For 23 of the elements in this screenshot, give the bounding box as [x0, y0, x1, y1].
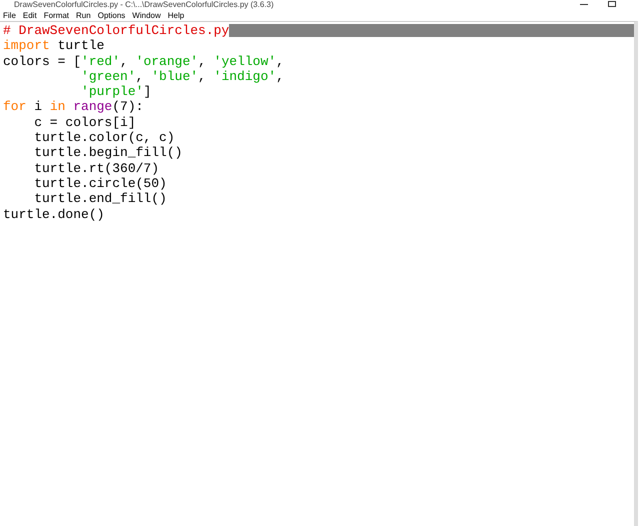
code-line: 'purple']	[80, 84, 152, 100]
code-line: turtle.rt(360/7)	[33, 160, 160, 176]
code-line: c = colors[i]	[33, 114, 136, 130]
window-title: DrawSevenColorfulCircles.py - C:\...\DrawSevenColorfulCircles.py (3.6.3)	[13, 0, 274, 10]
menu-item[interactable]: Window	[132, 12, 161, 20]
code-line: colors = ['red', 'orange', 'yellow',	[3, 54, 284, 69]
menu-item[interactable]: Edit	[22, 12, 37, 20]
code-line: import turtle	[3, 38, 104, 54]
code-line: # DrawSevenColorfulCircles.py	[3, 23, 230, 38]
code-line: turtle.color(c, c)	[33, 130, 175, 146]
code-line: for i in range(7):	[3, 99, 144, 115]
menu-item[interactable]: Run	[76, 12, 91, 20]
menu-item[interactable]: Options	[98, 12, 126, 20]
code-line: turtle.circle(50)	[33, 176, 167, 192]
menu-item[interactable]: File	[3, 12, 16, 20]
menu-item[interactable]: Help	[168, 12, 184, 20]
editor-area[interactable]	[0, 21, 638, 526]
code-line: turtle.end_fill()	[33, 191, 167, 207]
maximize-icon[interactable]	[608, 1, 616, 7]
code-line: turtle.begin_fill()	[33, 145, 182, 161]
menu-item[interactable]: Format	[44, 12, 70, 20]
code-line: 'green', 'blue', 'indigo',	[80, 68, 284, 84]
code-line: turtle.done()	[3, 206, 104, 222]
